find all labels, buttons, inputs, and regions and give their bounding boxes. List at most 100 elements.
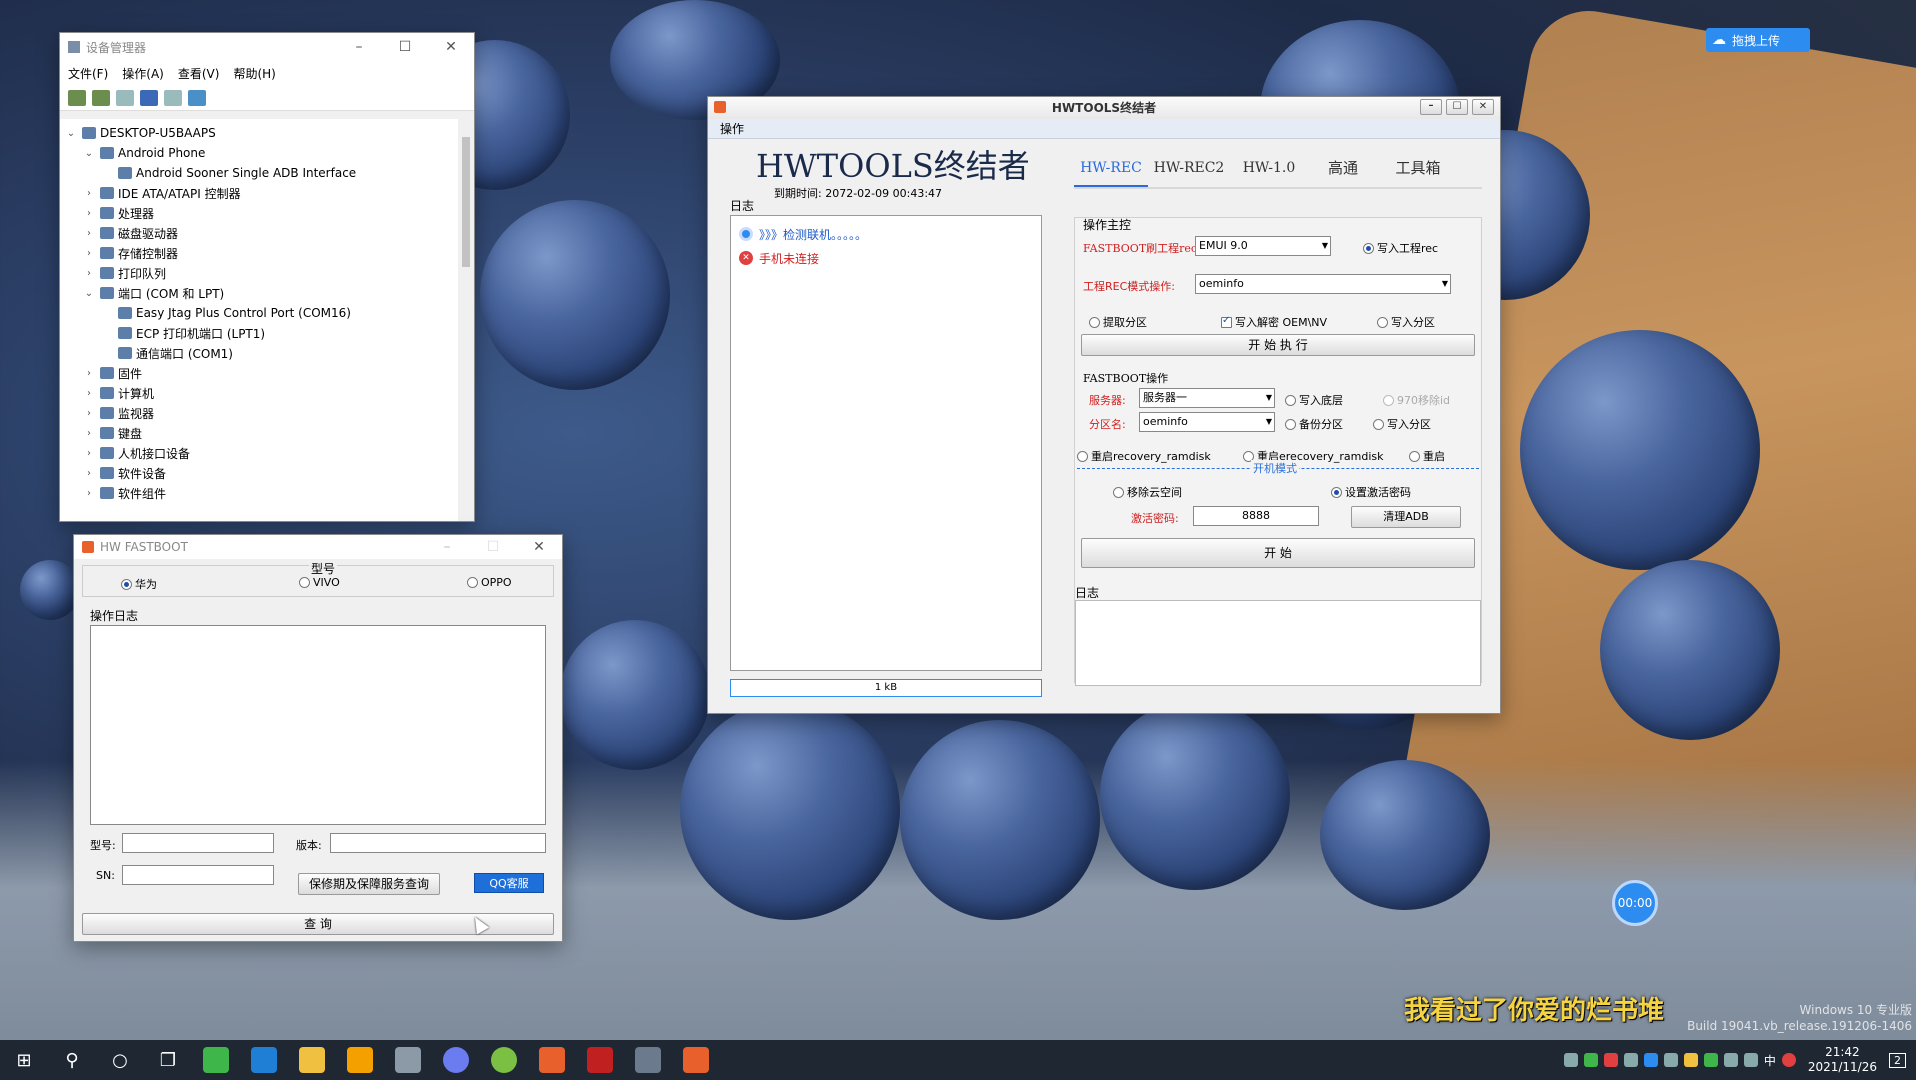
- start-button[interactable]: ⊞: [0, 1040, 48, 1080]
- device-tree-item[interactable]: › 存储控制器: [60, 243, 458, 263]
- taskbar-app-explorer[interactable]: [288, 1040, 336, 1080]
- operation-log-box[interactable]: [90, 625, 546, 825]
- chevron-right-icon[interactable]: ›: [82, 208, 96, 219]
- tab-hw-rec[interactable]: HW-REC: [1074, 153, 1148, 187]
- chevron-right-icon[interactable]: ›: [82, 228, 96, 239]
- chevron-right-icon[interactable]: ›: [82, 268, 96, 279]
- volume-icon[interactable]: [1743, 1053, 1758, 1067]
- chevron-right-icon[interactable]: ›: [82, 448, 96, 459]
- notification-icon[interactable]: 2: [1889, 1052, 1906, 1068]
- close-icon[interactable]: ✕: [1472, 99, 1494, 115]
- tray-icon[interactable]: [1663, 1053, 1678, 1067]
- brand-radio-huawei[interactable]: 华为: [121, 576, 157, 592]
- menu-file[interactable]: 文件(F): [68, 65, 108, 82]
- taskbar-app-devmgr[interactable]: [384, 1040, 432, 1080]
- device-tree-item[interactable]: Easy Jtag Plus Control Port (COM16): [60, 303, 458, 323]
- fastboot-rec-select[interactable]: EMUI 9.0 ▼: [1195, 236, 1331, 256]
- taskbar-app-browser[interactable]: [432, 1040, 480, 1080]
- device-tree-item[interactable]: › 计算机: [60, 383, 458, 403]
- chevron-down-icon[interactable]: ⌄: [82, 148, 96, 159]
- start-button[interactable]: 开 始: [1081, 538, 1475, 568]
- chevron-right-icon[interactable]: ›: [82, 388, 96, 399]
- monitor-icon[interactable]: [188, 90, 206, 106]
- device-tree-item[interactable]: › 磁盘驱动器: [60, 223, 458, 243]
- tray-icon[interactable]: [1603, 1053, 1618, 1067]
- device-tree-item[interactable]: ⌄ Android Phone: [60, 143, 458, 163]
- clear-adb-button[interactable]: 清理ADB: [1351, 506, 1461, 528]
- tray-icon[interactable]: [1583, 1053, 1598, 1067]
- reboot-recovery-radio[interactable]: 重启recovery_ramdisk: [1077, 448, 1211, 464]
- tray-icon[interactable]: [1703, 1053, 1718, 1067]
- properties-icon[interactable]: [116, 90, 134, 106]
- taskbar-app-red[interactable]: [576, 1040, 624, 1080]
- device-tree-item[interactable]: › 打印队列: [60, 263, 458, 283]
- tab-toolbox[interactable]: 工具箱: [1378, 153, 1458, 187]
- version-input[interactable]: [330, 833, 546, 853]
- remove-970-radio[interactable]: 970移除id: [1383, 392, 1450, 408]
- reboot-radio[interactable]: 重启: [1409, 448, 1445, 464]
- device-tree-item[interactable]: › 人机接口设备: [60, 443, 458, 463]
- chevron-down-icon[interactable]: ⌄: [82, 288, 96, 299]
- brand-radio-vivo[interactable]: VIVO: [299, 576, 340, 589]
- sogou-icon[interactable]: [1781, 1053, 1796, 1067]
- cortana-icon[interactable]: ○: [96, 1040, 144, 1080]
- chevron-right-icon[interactable]: ›: [82, 488, 96, 499]
- device-tree-item[interactable]: › IDE ATA/ATAPI 控制器: [60, 183, 458, 203]
- maximize-icon[interactable]: ☐: [1446, 99, 1468, 115]
- device-tree-item[interactable]: › 固件: [60, 363, 458, 383]
- close-icon[interactable]: ✕: [428, 39, 474, 55]
- minimize-icon[interactable]: –: [1420, 99, 1442, 115]
- taskbar-app-hwtools[interactable]: [672, 1040, 720, 1080]
- device-tree-item[interactable]: Android Sooner Single ADB Interface: [60, 163, 458, 183]
- taskbar-app-green[interactable]: [480, 1040, 528, 1080]
- tab-hw-1-0[interactable]: HW-1.0: [1230, 153, 1308, 187]
- device-tree-item[interactable]: › 软件设备: [60, 463, 458, 483]
- model-input[interactable]: [122, 833, 274, 853]
- sn-input[interactable]: [122, 865, 274, 885]
- taskbar-app-security[interactable]: [336, 1040, 384, 1080]
- close-icon[interactable]: ✕: [516, 539, 562, 555]
- tab-hw-rec2[interactable]: HW-REC2: [1148, 153, 1230, 187]
- taskbar-app-tool[interactable]: [624, 1040, 672, 1080]
- chevron-right-icon[interactable]: ›: [82, 468, 96, 479]
- password-input[interactable]: 8888: [1193, 506, 1319, 526]
- clock[interactable]: 21:42 2021/11/26: [1808, 1045, 1877, 1075]
- maximize-icon[interactable]: ☐: [470, 539, 516, 555]
- ime-indicator[interactable]: 中: [1764, 1052, 1776, 1069]
- device-tree-item[interactable]: › 处理器: [60, 203, 458, 223]
- log-panel[interactable]: 》》》检测联机。。。。。 ✕ 手机未连接: [730, 215, 1042, 671]
- back-icon[interactable]: [68, 90, 86, 106]
- taskbar-app-wechat[interactable]: [192, 1040, 240, 1080]
- device-tree-item[interactable]: ECP 打印机端口 (LPT1): [60, 323, 458, 343]
- menu-help[interactable]: 帮助(H): [233, 65, 275, 82]
- search-icon[interactable]: ⚲: [48, 1040, 96, 1080]
- chevron-down-icon[interactable]: ⌄: [64, 128, 78, 139]
- brand-radio-oppo[interactable]: OPPO: [467, 576, 512, 589]
- chevron-right-icon[interactable]: ›: [82, 188, 96, 199]
- device-tree-item[interactable]: › 键盘: [60, 423, 458, 443]
- write-unlock-checkbox[interactable]: 写入解密 OEM\NV: [1221, 314, 1327, 330]
- device-tree-item[interactable]: › 监视器: [60, 403, 458, 423]
- chevron-right-icon[interactable]: ›: [82, 248, 96, 259]
- network-icon[interactable]: [1723, 1053, 1738, 1067]
- start-execute-button[interactable]: 开 始 执 行: [1081, 334, 1475, 356]
- chevron-right-icon[interactable]: ›: [82, 368, 96, 379]
- device-tree-item[interactable]: 通信端口 (COM1): [60, 343, 458, 363]
- extract-partition-radio[interactable]: 提取分区: [1089, 314, 1147, 330]
- help-icon[interactable]: [140, 90, 158, 106]
- menu-action[interactable]: 操作(A): [122, 65, 164, 82]
- device-tree-scrollbar[interactable]: [458, 119, 474, 521]
- menu-operation[interactable]: 操作: [720, 122, 744, 136]
- rec-mode-select[interactable]: oeminfo ▼: [1195, 274, 1451, 294]
- upload-button[interactable]: ☁ 拖拽上传: [1706, 28, 1810, 52]
- scrollbar-thumb[interactable]: [462, 137, 470, 267]
- tab-qualcomm[interactable]: 高通: [1308, 153, 1378, 187]
- record-timer[interactable]: 00:00: [1612, 880, 1658, 926]
- chevron-right-icon[interactable]: ›: [82, 408, 96, 419]
- menu-view[interactable]: 查看(V): [178, 65, 220, 82]
- tray-icon[interactable]: [1683, 1053, 1698, 1067]
- write-rec-radio[interactable]: 写入工程rec: [1363, 240, 1438, 256]
- write-partition-radio[interactable]: 写入分区: [1377, 314, 1435, 330]
- set-password-radio[interactable]: 设置激活密码: [1331, 484, 1411, 500]
- backup-partition-radio[interactable]: 备份分区: [1285, 416, 1343, 432]
